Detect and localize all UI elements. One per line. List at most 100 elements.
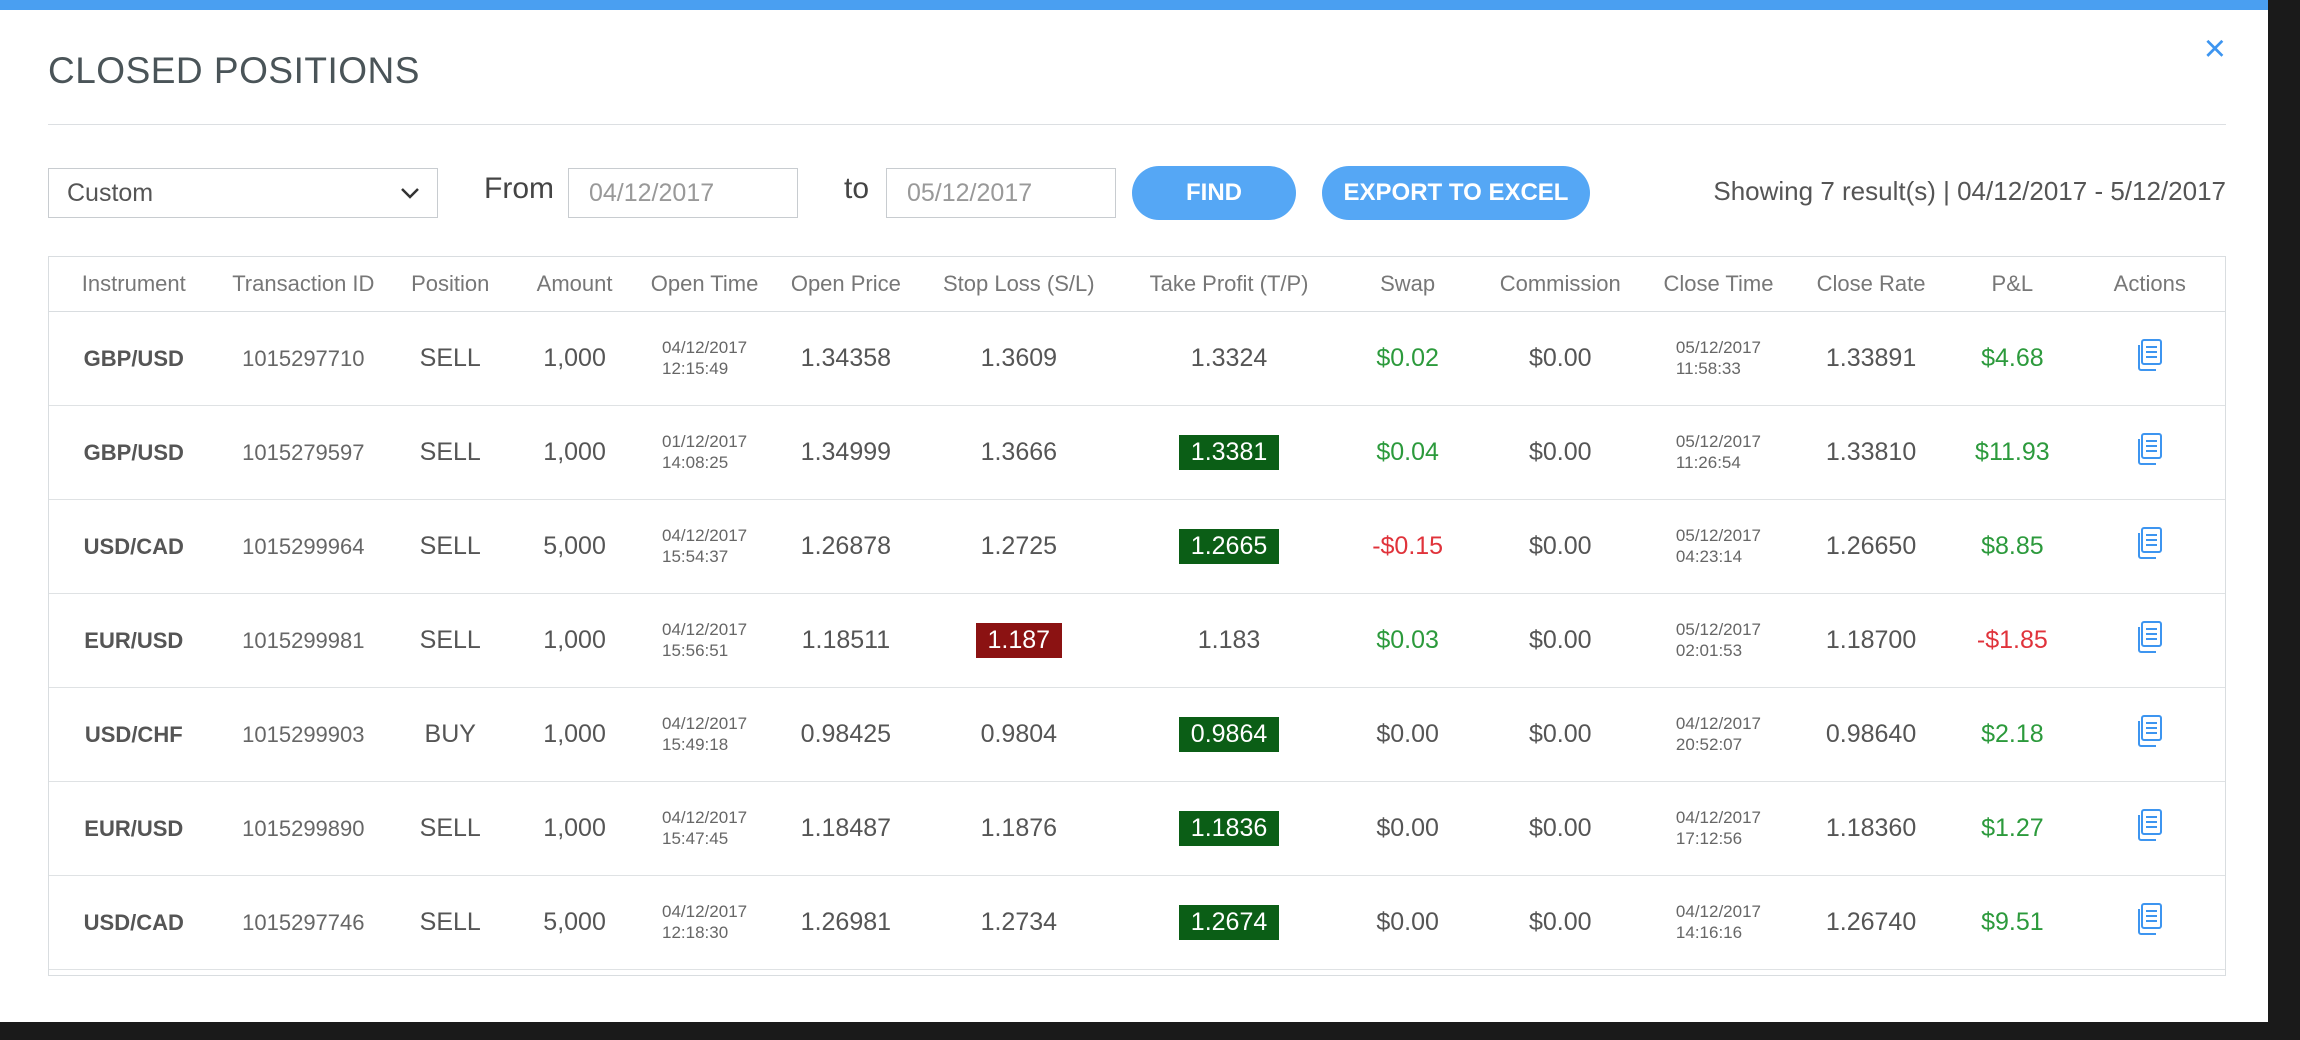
- cell-swap: $0.00: [1339, 687, 1476, 782]
- cell-open-price: 0.98425: [772, 687, 920, 782]
- date-text: 05/12/2017: [1675, 431, 1762, 451]
- chevron-down-icon: [399, 169, 421, 234]
- document-icon[interactable]: [2137, 339, 2163, 378]
- table-row[interactable]: USD/CHF 1015299903 BUY 1,000 04/12/2017 15:49…: [49, 687, 2225, 782]
- cell-commission: $0.00: [1475, 781, 1645, 876]
- filter-toolbar: Custom From 04/12/2017 to 05/12/2017 FIN…: [48, 166, 2226, 222]
- cell-close-time-value: 05/12/2017 02:01:53: [1676, 619, 1761, 661]
- cell-commission: $0.00: [1475, 311, 1645, 406]
- date-text: 04/12/2017: [662, 619, 748, 639]
- cell-close-rate: 1.18360: [1791, 781, 1951, 876]
- cell-swap: $0.04: [1339, 405, 1476, 500]
- cell-amount: 5,000: [512, 875, 637, 970]
- cell-pnl: $9.51: [1950, 875, 2075, 970]
- table-row[interactable]: GBP/USD 1015297710 SELL 1,000 04/12/2017 12:1…: [49, 311, 2225, 406]
- cell-open-time: 04/12/2017 15:47:45: [636, 781, 773, 876]
- table-row[interactable]: EUR/USD 1015299890 SELL 1,000 04/12/2017 15:4…: [49, 781, 2225, 876]
- table-row[interactable]: USD/CAD 1015299964 SELL 5,000 04/12/2017 15:5…: [49, 499, 2225, 594]
- table-header-row: Instrument Transaction ID Position Amount Op…: [49, 257, 2225, 312]
- cell-take-profit: 1.1836: [1118, 781, 1340, 876]
- cell-close-time: 05/12/2017 11:26:54: [1645, 405, 1792, 500]
- cell-actions: [2074, 593, 2225, 688]
- column-header-p-l: P&L: [1950, 257, 2075, 312]
- cell-pnl: -$1.85: [1950, 593, 2075, 688]
- cell-stop-loss: 1.2734: [919, 875, 1119, 970]
- column-header-swap: Swap: [1339, 257, 1476, 312]
- column-header-amount: Amount: [512, 257, 637, 312]
- cell-position: SELL: [388, 875, 513, 970]
- cell-amount: 1,000: [512, 687, 637, 782]
- document-icon[interactable]: [2137, 527, 2163, 566]
- cell-instrument: EUR/USD: [49, 781, 219, 876]
- cell-close-time-value: 04/12/2017 17:12:56: [1676, 807, 1761, 849]
- document-icon[interactable]: [2137, 433, 2163, 472]
- time-text: 11:58:33: [1675, 358, 1741, 378]
- cell-open-price: 1.26981: [772, 875, 920, 970]
- to-label: to: [844, 172, 870, 205]
- cell-amount: 1,000: [512, 405, 637, 500]
- table-row[interactable]: USD/CAD 1015297746 SELL 5,000 04/12/2017 12:1…: [49, 875, 2225, 970]
- to-date-input[interactable]: 05/12/2017: [886, 168, 1116, 218]
- cell-close-time: 05/12/2017 04:23:14: [1645, 499, 1792, 594]
- take-profit-hit-badge: 1.2674: [1178, 905, 1280, 940]
- cell-close-time-value: 04/12/2017 14:16:16: [1676, 901, 1761, 943]
- export-to-excel-button[interactable]: EXPORT TO EXCEL: [1322, 166, 1590, 220]
- table-row[interactable]: GBP/USD 1015279597 SELL 1,000 01/12/2017 14:0…: [49, 405, 2225, 500]
- date-text: 04/12/2017: [662, 525, 748, 545]
- cell-amount: 1,000: [512, 311, 637, 406]
- column-header-open-price: Open Price: [772, 257, 920, 312]
- cell-actions: [2074, 405, 2225, 500]
- find-button[interactable]: FIND: [1132, 166, 1296, 220]
- cell-open-time-value: 04/12/2017 15:49:18: [662, 713, 747, 755]
- cell-open-time: 01/12/2017 14:08:25: [636, 405, 773, 500]
- column-header-actions: Actions: [2074, 257, 2225, 312]
- cell-close-time-value: 04/12/2017 20:52:07: [1676, 713, 1761, 755]
- cell-amount: 5,000: [512, 499, 637, 594]
- cell-instrument: GBP/USD: [49, 311, 219, 406]
- document-icon[interactable]: [2137, 903, 2163, 942]
- cell-commission: $0.00: [1475, 499, 1645, 594]
- from-date-input[interactable]: 04/12/2017: [568, 168, 798, 218]
- cell-take-profit: 1.2674: [1118, 875, 1340, 970]
- time-text: 15:56:51: [662, 640, 729, 660]
- cell-actions: [2074, 781, 2225, 876]
- cell-take-profit: 1.3324: [1118, 311, 1340, 406]
- column-header-close-rate: Close Rate: [1791, 257, 1951, 312]
- close-icon[interactable]: ×: [2204, 30, 2226, 68]
- time-text: 14:16:16: [1675, 922, 1743, 942]
- cell-actions: [2074, 875, 2225, 970]
- table-row[interactable]: EUR/USD 1015299981 SELL 1,000 04/12/2017 15:5…: [49, 593, 2225, 688]
- cell-transaction-id: 1015299981: [218, 593, 389, 688]
- cell-transaction-id: 1015299903: [218, 687, 389, 782]
- document-icon[interactable]: [2137, 621, 2163, 660]
- cell-close-rate: 1.18700: [1791, 593, 1951, 688]
- cell-close-rate: 1.26740: [1791, 875, 1951, 970]
- document-icon[interactable]: [2137, 809, 2163, 848]
- cell-open-time-value: 04/12/2017 12:18:30: [662, 901, 747, 943]
- cell-stop-loss: 1.3609: [919, 311, 1119, 406]
- cell-swap: $0.02: [1339, 311, 1476, 406]
- date-text: 05/12/2017: [1675, 619, 1762, 639]
- dialog-title: CLOSED POSITIONS: [48, 50, 420, 91]
- date-range-select[interactable]: Custom: [48, 168, 438, 218]
- cell-swap: -$0.15: [1339, 499, 1476, 594]
- time-text: 14:08:25: [662, 452, 729, 472]
- column-header-transaction-id: Transaction ID: [218, 257, 389, 312]
- cell-pnl: $2.18: [1950, 687, 2075, 782]
- cell-amount: 1,000: [512, 593, 637, 688]
- closed-positions-dialog: × CLOSED POSITIONS Custom From 04/12/201…: [0, 0, 2268, 1022]
- cell-close-time: 05/12/2017 02:01:53: [1645, 593, 1792, 688]
- cell-close-time: 05/12/2017 11:58:33: [1645, 311, 1792, 406]
- cell-instrument: USD/CAD: [49, 499, 219, 594]
- cell-actions: [2074, 311, 2225, 406]
- cell-stop-loss: 1.3666: [919, 405, 1119, 500]
- take-profit-hit-badge: 0.9864: [1178, 717, 1280, 752]
- cell-open-time-value: 04/12/2017 15:47:45: [662, 807, 747, 849]
- date-text: 05/12/2017: [1675, 337, 1762, 357]
- column-header-position: Position: [388, 257, 513, 312]
- cell-commission: $0.00: [1475, 405, 1645, 500]
- cell-close-rate: 1.26650: [1791, 499, 1951, 594]
- cell-close-rate: 1.33891: [1791, 311, 1951, 406]
- column-header-take-profit-t-p: Take Profit (T/P): [1118, 257, 1340, 312]
- document-icon[interactable]: [2137, 715, 2163, 754]
